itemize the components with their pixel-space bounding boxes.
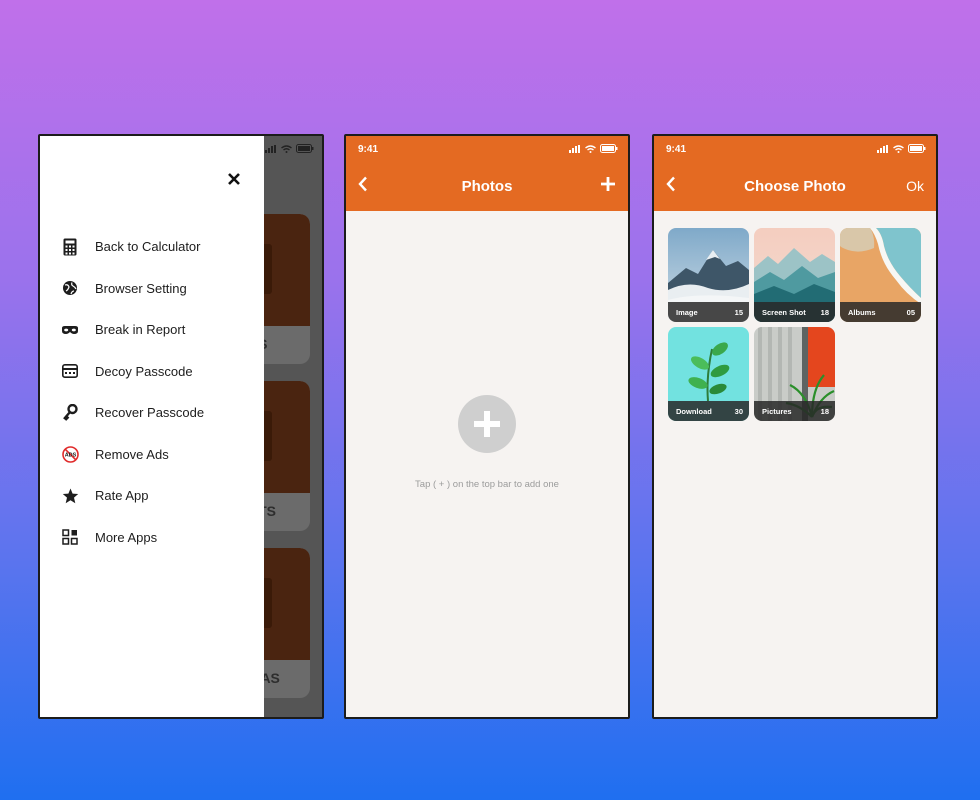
- keypad-icon: [60, 361, 80, 381]
- album-count: 05: [906, 307, 915, 317]
- album-caption: Image 15: [668, 302, 749, 322]
- empty-state-hint: Tap ( + ) on the top bar to add one: [415, 479, 559, 490]
- album-grid: Image 15 Screen Shot 18 Albums 05 Downlo…: [668, 228, 924, 421]
- wifi-icon: [585, 144, 596, 153]
- star-icon: [60, 486, 80, 506]
- menu-item-more-apps[interactable]: More Apps: [60, 517, 250, 559]
- wifi-icon: [893, 144, 904, 153]
- phone-photos-screen: 9:41 Photos Tap ( + ) on the top bar to …: [344, 134, 630, 719]
- album-caption: Albums 05: [840, 302, 921, 322]
- close-icon[interactable]: [228, 169, 240, 190]
- battery-icon: [296, 144, 314, 153]
- status-icons: [569, 144, 618, 153]
- album-count: 18: [820, 406, 829, 416]
- ok-button[interactable]: Ok: [906, 178, 924, 194]
- drawer-menu: Back to Calculator Browser Setting Break…: [60, 226, 250, 558]
- menu-item-browser-setting[interactable]: Browser Setting: [60, 268, 250, 310]
- calculator-icon: [60, 237, 80, 257]
- status-time: 9:41: [358, 144, 379, 155]
- battery-icon: [600, 144, 618, 153]
- app-bar: 9:41 Photos: [346, 136, 628, 211]
- menu-item-label: Break in Report: [95, 322, 186, 338]
- page-title: Choose Photo: [744, 178, 846, 195]
- album-count: 15: [734, 307, 743, 317]
- menu-item-label: Back to Calculator: [95, 239, 201, 255]
- menu-item-label: Recover Passcode: [95, 405, 205, 421]
- mask-icon: [60, 320, 80, 340]
- battery-icon: [908, 144, 926, 153]
- album-name: Pictures: [762, 406, 792, 416]
- grid-icon: [60, 527, 80, 547]
- app-bar: 9:41 Choose Photo Ok: [654, 136, 936, 211]
- album-name: Image: [676, 307, 698, 317]
- add-photo-button[interactable]: [458, 395, 516, 453]
- signal-icon: [265, 144, 276, 153]
- phone-drawer-screen: DS CTS TIAS Back to Calculator: [38, 134, 324, 719]
- signal-icon: [877, 144, 888, 153]
- album-tile-pictures[interactable]: Pictures 18: [754, 327, 835, 421]
- album-name: Screen Shot: [762, 307, 806, 317]
- album-caption: Pictures 18: [754, 401, 835, 421]
- add-button[interactable]: [600, 175, 616, 195]
- menu-item-recover-passcode[interactable]: Recover Passcode: [60, 392, 250, 434]
- status-icons: [265, 144, 314, 153]
- wifi-icon: [281, 144, 292, 153]
- album-tile-screen-shot[interactable]: Screen Shot 18: [754, 228, 835, 322]
- page-title: Photos: [461, 178, 513, 195]
- key-icon: [60, 403, 80, 423]
- album-name: Albums: [848, 307, 876, 317]
- plus-icon: [474, 411, 500, 437]
- album-tile-albums[interactable]: Albums 05: [840, 228, 921, 322]
- menu-item-label: Remove Ads: [95, 446, 169, 462]
- album-count: 18: [820, 307, 829, 317]
- menu-item-label: Decoy Passcode: [95, 363, 193, 379]
- album-caption: Download 30: [668, 401, 749, 421]
- menu-item-label: More Apps: [95, 529, 158, 545]
- album-tile-download[interactable]: Download 30: [668, 327, 749, 421]
- plus-icon: [601, 177, 615, 191]
- signal-icon: [569, 144, 580, 153]
- menu-item-break-in-report[interactable]: Break in Report: [60, 309, 250, 351]
- menu-item-rate-app[interactable]: Rate App: [60, 475, 250, 517]
- svg-text:ADS: ADS: [64, 452, 76, 458]
- menu-item-back-to-calculator[interactable]: Back to Calculator: [60, 226, 250, 268]
- globe-icon: [60, 278, 80, 298]
- side-drawer: Back to Calculator Browser Setting Break…: [40, 136, 264, 717]
- menu-item-remove-ads[interactable]: ADS Remove Ads: [60, 434, 250, 476]
- status-icons: [877, 144, 926, 153]
- no-ads-icon: ADS: [60, 444, 80, 464]
- menu-item-label: Rate App: [95, 488, 149, 504]
- album-count: 30: [734, 406, 743, 416]
- album-caption: Screen Shot 18: [754, 302, 835, 322]
- menu-item-label: Browser Setting: [95, 280, 187, 296]
- phone-choose-photo-screen: 9:41 Choose Photo Ok Image 15 Screen Sho…: [652, 134, 938, 719]
- status-time: 9:41: [666, 144, 687, 155]
- album-tile-image[interactable]: Image 15: [668, 228, 749, 322]
- album-name: Download: [676, 406, 712, 416]
- menu-item-decoy-passcode[interactable]: Decoy Passcode: [60, 351, 250, 393]
